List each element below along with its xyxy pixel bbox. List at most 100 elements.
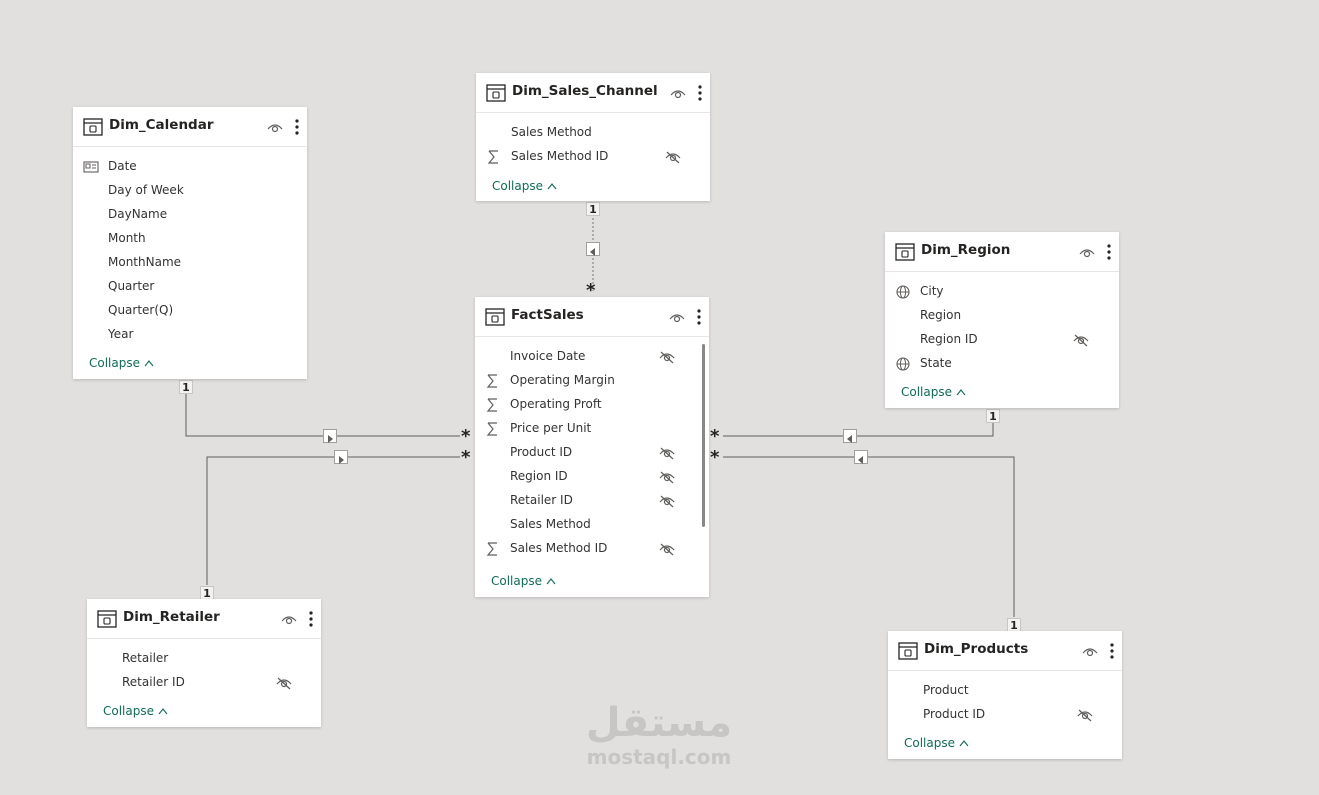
watermark-arabic: مستقل xyxy=(585,700,733,746)
field-row[interactable]: State xyxy=(885,352,1119,376)
field-row[interactable]: Day of Week xyxy=(73,179,307,203)
field-row[interactable]: Date xyxy=(73,155,307,179)
field-row[interactable]: Sales Method ID xyxy=(475,537,709,561)
field-row[interactable]: Product ID xyxy=(888,703,1122,727)
eye-icon[interactable] xyxy=(267,121,283,133)
relationship-products xyxy=(723,456,1015,617)
table-card-factsales[interactable]: FactSales Invoice Date Operating Margin … xyxy=(475,297,709,597)
filter-direction-arrow[interactable] xyxy=(323,429,337,443)
eye-icon[interactable] xyxy=(1082,645,1098,657)
field-label: Quarter xyxy=(108,279,155,293)
relationship-region xyxy=(723,422,994,437)
chevron-up-icon xyxy=(144,356,154,370)
filter-direction-arrow[interactable] xyxy=(854,450,868,464)
field-row[interactable]: MonthName xyxy=(73,251,307,275)
field-row[interactable]: Sales Method xyxy=(475,513,709,537)
cardinality-many: * xyxy=(586,280,596,301)
watermark: مستقل mostaql.com xyxy=(578,700,740,768)
table-icon xyxy=(97,610,117,628)
table-card-dim-products[interactable]: Dim_Products Product Product ID Collapse xyxy=(888,631,1122,759)
table-header[interactable]: Dim_Retailer xyxy=(87,599,321,639)
field-row[interactable]: DayName xyxy=(73,203,307,227)
collapse-link[interactable]: Collapse xyxy=(491,574,556,588)
cardinality-many: * xyxy=(710,447,720,468)
field-label: Date xyxy=(108,159,137,173)
collapse-link[interactable]: Collapse xyxy=(89,356,154,370)
field-label: City xyxy=(920,284,944,298)
sigma-icon xyxy=(486,422,497,436)
more-options-icon[interactable] xyxy=(295,119,299,135)
cardinality-one: 1 xyxy=(179,380,193,394)
field-label: Retailer ID xyxy=(122,675,185,689)
table-header[interactable]: Dim_Products xyxy=(888,631,1122,671)
filter-direction-arrow[interactable] xyxy=(843,429,857,443)
field-row[interactable]: Retailer ID xyxy=(475,489,709,513)
more-options-icon[interactable] xyxy=(697,309,701,325)
table-card-dim-sales-channel[interactable]: Dim_Sales_Channel Sales Method Sales Met… xyxy=(476,73,710,201)
field-row[interactable]: Operating Margin xyxy=(475,369,709,393)
field-row[interactable]: Invoice Date xyxy=(475,345,709,369)
field-row[interactable]: Sales Method ID xyxy=(476,145,710,169)
field-label: Product ID xyxy=(923,707,986,721)
filter-direction-arrow[interactable] xyxy=(334,450,348,464)
field-row[interactable]: Product ID xyxy=(475,441,709,465)
field-label: Operating Proft xyxy=(510,397,602,411)
more-options-icon[interactable] xyxy=(1107,244,1111,260)
more-options-icon[interactable] xyxy=(309,611,313,627)
collapse-link[interactable]: Collapse xyxy=(492,179,557,193)
collapse-link[interactable]: Collapse xyxy=(904,736,969,750)
table-header[interactable]: FactSales xyxy=(475,297,709,337)
collapse-label: Collapse xyxy=(89,356,140,370)
eye-icon[interactable] xyxy=(1079,246,1095,258)
chevron-up-icon xyxy=(158,704,168,718)
field-row[interactable]: City xyxy=(885,280,1119,304)
eye-slash-icon xyxy=(659,471,675,484)
scrollbar[interactable] xyxy=(702,344,705,527)
table-title: FactSales xyxy=(511,307,584,323)
chevron-up-icon xyxy=(546,574,556,588)
table-card-dim-calendar[interactable]: Dim_Calendar Date Day of Week DayName Mo… xyxy=(73,107,307,379)
eye-icon[interactable] xyxy=(281,613,297,625)
table-header[interactable]: Dim_Calendar xyxy=(73,107,307,147)
chevron-up-icon xyxy=(956,385,966,399)
field-row[interactable]: Operating Proft xyxy=(475,393,709,417)
globe-icon xyxy=(896,357,910,371)
collapse-link[interactable]: Collapse xyxy=(103,704,168,718)
filter-direction-arrow[interactable] xyxy=(586,242,600,256)
field-row[interactable]: Region ID xyxy=(885,328,1119,352)
field-row[interactable]: Retailer xyxy=(87,647,321,671)
field-row[interactable]: Region ID xyxy=(475,465,709,489)
collapse-link[interactable]: Collapse xyxy=(901,385,966,399)
field-row[interactable]: Month xyxy=(73,227,307,251)
more-options-icon[interactable] xyxy=(1110,643,1114,659)
field-row[interactable]: Product xyxy=(888,679,1122,703)
model-canvas[interactable]: 1 * 1 * 1 * 1 * 1 * Dim_Sales_Channel Sa… xyxy=(0,0,1319,795)
sigma-icon xyxy=(487,150,498,164)
field-label: Sales Method ID xyxy=(510,541,608,555)
collapse-label: Collapse xyxy=(492,179,543,193)
table-card-dim-retailer[interactable]: Dim_Retailer Retailer Retailer ID Collap… xyxy=(87,599,321,727)
eye-icon[interactable] xyxy=(670,87,686,99)
table-header[interactable]: Dim_Region xyxy=(885,232,1119,272)
field-label: Day of Week xyxy=(108,183,184,197)
eye-slash-icon xyxy=(659,447,675,460)
collapse-label: Collapse xyxy=(491,574,542,588)
field-row[interactable]: Sales Method xyxy=(476,121,710,145)
field-row[interactable]: Price per Unit xyxy=(475,417,709,441)
more-options-icon[interactable] xyxy=(698,85,702,101)
field-row[interactable]: Year xyxy=(73,323,307,347)
field-row[interactable]: Quarter xyxy=(73,275,307,299)
cardinality-one: 1 xyxy=(586,202,600,216)
field-label: Retailer xyxy=(122,651,169,665)
globe-icon xyxy=(896,285,910,299)
table-title: Dim_Retailer xyxy=(123,609,220,625)
eye-icon[interactable] xyxy=(669,311,685,323)
chevron-up-icon xyxy=(959,736,969,750)
field-row[interactable]: Quarter(Q) xyxy=(73,299,307,323)
field-row[interactable]: Region xyxy=(885,304,1119,328)
field-row[interactable]: Retailer ID xyxy=(87,671,321,695)
table-header[interactable]: Dim_Sales_Channel xyxy=(476,73,710,113)
table-card-dim-region[interactable]: Dim_Region City Region Region ID State C… xyxy=(885,232,1119,408)
eye-slash-icon xyxy=(659,351,675,364)
field-label: MonthName xyxy=(108,255,182,269)
